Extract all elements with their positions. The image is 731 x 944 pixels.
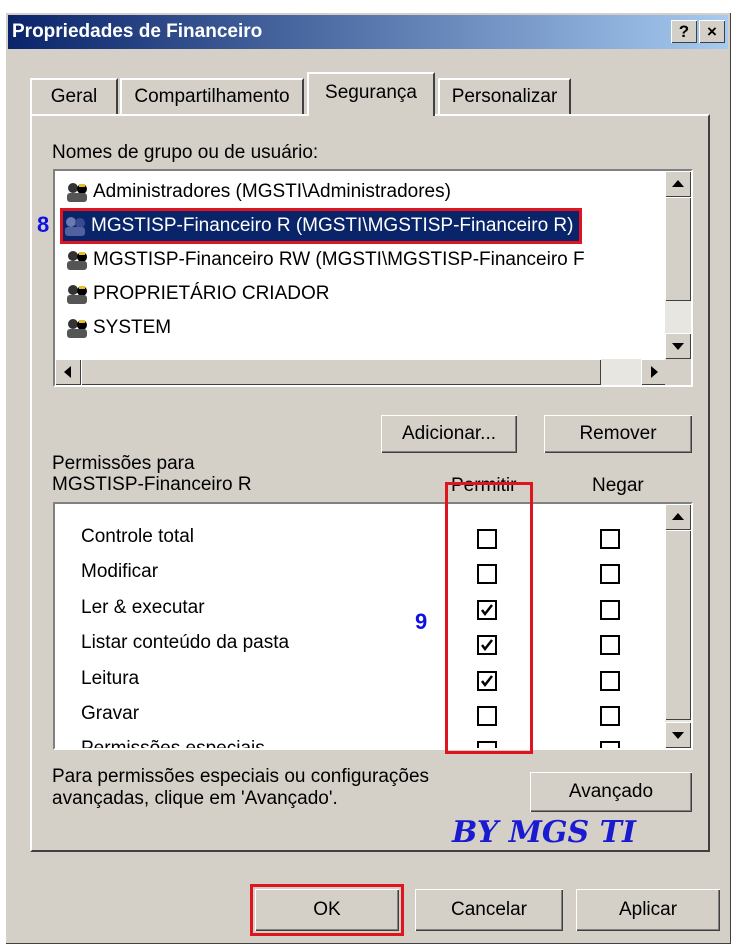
title-bar[interactable]: Propriedades de Financeiro ? × — [8, 15, 728, 49]
advanced-hint-line1: Para permissões especiais ou configuraçõ… — [52, 766, 430, 787]
users-group-icon — [65, 317, 91, 339]
users-group-icon — [63, 215, 89, 237]
close-button[interactable]: × — [699, 20, 725, 43]
group-list: Administradores (MGSTI\Administradores) … — [53, 169, 693, 387]
group-name: MGSTISP-Financeiro RW (MGSTI\MGSTISP-Fin… — [93, 249, 585, 270]
deny-checkbox-ler-executar[interactable] — [600, 600, 620, 620]
deny-checkbox-permissoes-especiais[interactable] — [600, 741, 620, 748]
deny-checkbox-gravar[interactable] — [600, 706, 620, 726]
tab-geral[interactable]: Geral — [30, 78, 118, 114]
scroll-right-button[interactable] — [641, 359, 667, 385]
scroll-thumb[interactable] — [665, 530, 691, 720]
permission-label: Controle total — [81, 526, 195, 547]
scroll-thumb[interactable] — [665, 197, 691, 301]
deny-checkbox-controle-total[interactable] — [600, 529, 620, 549]
group-name: Administradores (MGSTI\Administradores) — [93, 181, 451, 202]
annotation-8: 8 — [37, 212, 50, 237]
list-item[interactable]: MGSTISP-Financeiro RW (MGSTI\MGSTISP-Fin… — [65, 245, 585, 275]
permission-label: Gravar — [81, 703, 140, 724]
remove-button[interactable]: Remover — [544, 415, 692, 453]
permissions-label-line1: Permissões para — [52, 453, 195, 474]
permission-label: Leitura — [81, 668, 140, 689]
advanced-hint: Para permissões especiais ou configuraçõ… — [52, 766, 429, 810]
permission-label: Permissões especiais — [81, 738, 265, 750]
users-group-icon — [65, 181, 91, 203]
tab-seguranca[interactable]: Segurança — [307, 72, 435, 116]
allow-highlight-box — [445, 482, 533, 754]
group-name: MGSTISP-Financeiro R (MGSTI\MGSTISP-Fina… — [91, 215, 574, 236]
scroll-corner — [665, 359, 691, 385]
permission-label: Listar conteúdo da pasta — [81, 632, 290, 653]
deny-checkbox-modificar[interactable] — [600, 564, 620, 584]
list-item[interactable]: SYSTEM — [65, 313, 171, 343]
permission-label: Ler & executar — [81, 597, 205, 618]
advanced-hint-line2: avançadas, clique em 'Avançado'. — [52, 788, 338, 809]
scroll-down-button[interactable] — [665, 333, 691, 359]
deny-checkbox-leitura[interactable] — [600, 671, 620, 691]
apply-button[interactable]: Aplicar — [576, 889, 720, 931]
groups-label: Nomes de grupo ou de usuário: — [52, 142, 319, 163]
tab-personalizar[interactable]: Personalizar — [438, 78, 571, 114]
scroll-up-button[interactable] — [665, 504, 691, 530]
advanced-button[interactable]: Avançado — [530, 772, 692, 812]
users-group-icon — [65, 283, 91, 305]
scroll-up-button[interactable] — [665, 171, 691, 197]
scroll-down-button[interactable] — [665, 722, 691, 748]
list-item-selected[interactable]: MGSTISP-Financeiro R (MGSTI\MGSTISP-Fina… — [59, 208, 583, 244]
cancel-button[interactable]: Cancelar — [415, 889, 563, 931]
window-title: Propriedades de Financeiro — [12, 21, 263, 42]
help-button[interactable]: ? — [671, 20, 697, 43]
list-item[interactable]: Administradores (MGSTI\Administradores) — [65, 177, 451, 207]
ok-highlight-box — [250, 884, 404, 936]
properties-dialog: Propriedades de Financeiro ? × Geral Com… — [5, 12, 731, 944]
scroll-left-button[interactable] — [55, 359, 81, 385]
group-name: PROPRIETÁRIO CRIADOR — [93, 283, 330, 304]
permissions-label: Permissões para MGSTISP-Financeiro R — [52, 453, 252, 495]
permissions-label-line2: MGSTISP-Financeiro R — [52, 474, 252, 495]
permissions-list: Controle total Modificar Ler & executar … — [53, 502, 693, 750]
tab-compartilhamento[interactable]: Compartilhamento — [120, 78, 304, 114]
users-group-icon — [65, 249, 91, 271]
permission-label: Modificar — [81, 561, 159, 582]
annotation-9: 9 — [415, 609, 428, 634]
group-name: SYSTEM — [93, 317, 172, 338]
deny-column-header: Negar — [592, 475, 644, 496]
list-item[interactable]: PROPRIETÁRIO CRIADOR — [65, 279, 329, 309]
add-button[interactable]: Adicionar... — [381, 415, 517, 453]
hscroll-thumb[interactable] — [81, 359, 601, 385]
watermark: BY MGS TI — [452, 815, 636, 850]
deny-checkbox-listar-conteudo[interactable] — [600, 635, 620, 655]
